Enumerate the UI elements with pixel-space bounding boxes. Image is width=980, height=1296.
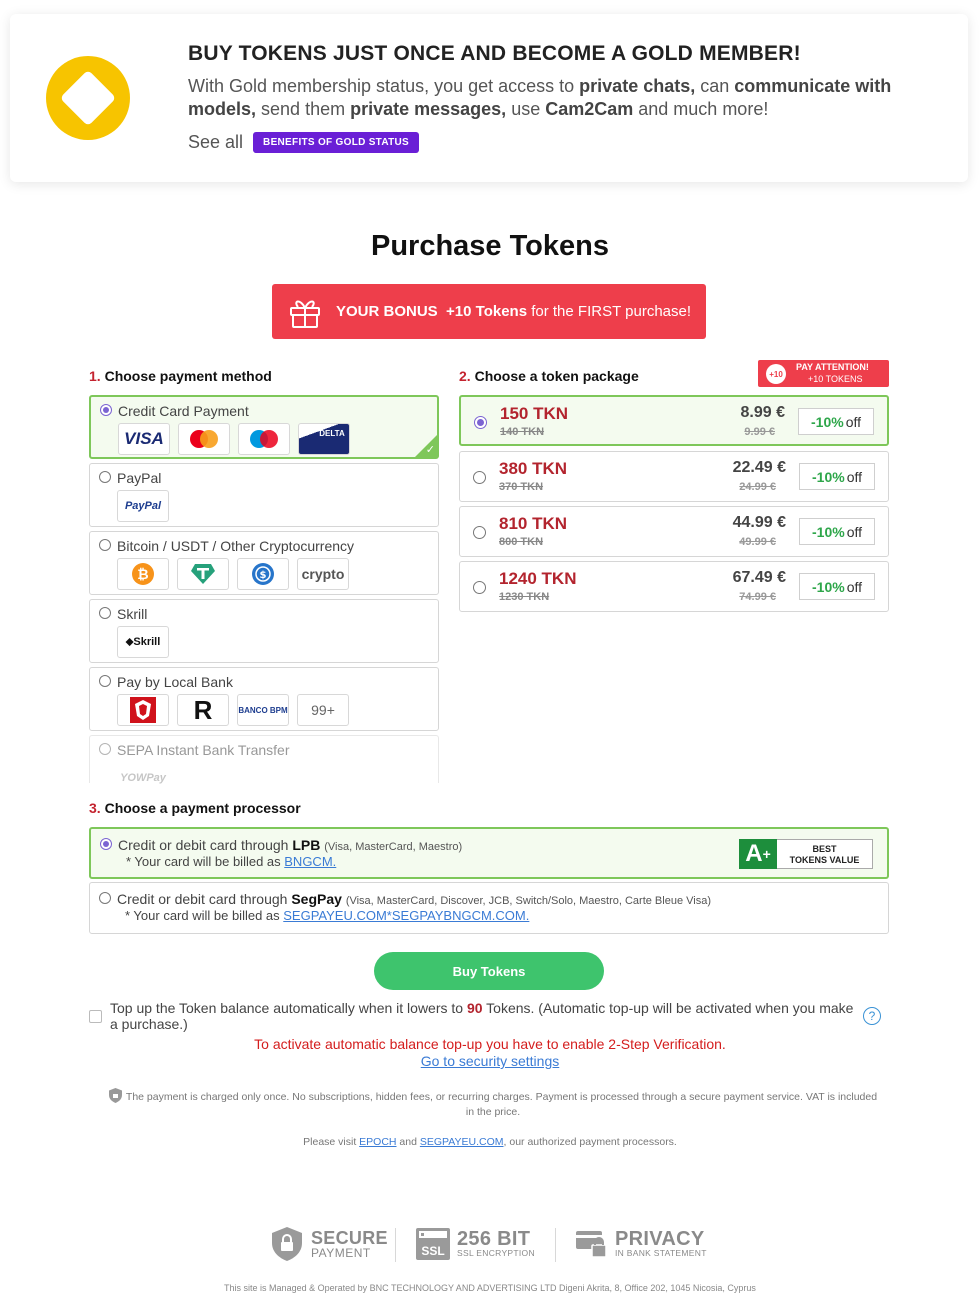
radio-skrill[interactable] — [99, 607, 111, 619]
yowpay-icon: YOWPay — [117, 762, 169, 794]
payment-note: The payment is charged only once. No sub… — [108, 1088, 878, 1120]
radio-crypto[interactable] — [99, 539, 111, 551]
radio-package-380[interactable] — [473, 471, 486, 484]
processor-heading: 3. Choose a payment processor — [89, 800, 301, 816]
token-package-1240[interactable]: 1240 TKN 1230 TKN 67.49 € 74.99 € -10% of… — [459, 561, 889, 612]
page-title: Purchase Tokens — [370, 230, 609, 262]
discount-badge: -10% off — [799, 518, 875, 545]
token-package-810[interactable]: 810 TKN 800 TKN 44.99 € 49.99 € -10% off — [459, 506, 889, 557]
billed-as-link[interactable]: SEGPAYEU.COM*SEGPAYBNGCM.COM. — [283, 908, 529, 923]
bonus-text: YOUR BONUS +10 Tokens for the FIRST purc… — [336, 303, 692, 320]
svg-text:SSL: SSL — [421, 1244, 444, 1258]
payment-method-local-bank[interactable]: Pay by Local Bank R BANCO BPM 99+ — [89, 667, 439, 731]
payment-method-credit-card[interactable]: Credit Card Payment VISA DELTA ✓ — [89, 395, 439, 459]
revolut-icon: R — [177, 694, 229, 726]
radio-credit-card[interactable] — [100, 404, 112, 416]
radio-package-150[interactable] — [474, 416, 487, 429]
gold-title: BUY TOKENS JUST ONCE AND BECOME A GOLD M… — [188, 42, 801, 65]
radio-package-810[interactable] — [473, 526, 486, 539]
buy-tokens-button[interactable]: Buy Tokens — [374, 952, 604, 990]
gift-icon — [290, 300, 320, 328]
ssl-badge: SSL 256 BIT SSL ENCRYPTION — [416, 1224, 535, 1264]
billed-as-link[interactable]: BNGCM. — [284, 854, 336, 869]
discount-badge: -10% off — [799, 463, 875, 490]
gold-description: With Gold membership status, you get acc… — [188, 76, 892, 119]
gold-see-all: See all BENEFITS OF GOLD STATUS — [188, 132, 420, 153]
svg-text:₿: ₿ — [137, 567, 148, 583]
radio-local-bank[interactable] — [99, 675, 111, 687]
secure-payment-badge: SECURE PAYMENT — [272, 1224, 388, 1264]
gold-banner: BUY TOKENS JUST ONCE AND BECOME A GOLD M… — [10, 14, 968, 182]
payment-method-crypto[interactable]: Bitcoin / USDT / Other Cryptocurrency ₿ … — [89, 531, 439, 595]
radio-sepa[interactable] — [99, 743, 111, 755]
delta-icon: DELTA — [298, 423, 350, 455]
discount-badge: -10% off — [798, 408, 874, 435]
security-settings-link[interactable]: Go to security settings — [0, 1053, 980, 1069]
see-all-label: See all — [188, 132, 244, 152]
auto-topup-checkbox[interactable] — [89, 1010, 102, 1023]
shield-icon — [108, 1088, 122, 1103]
banco-bpm-icon: BANCO BPM — [237, 694, 289, 726]
processors-visit: Please visit EPOCH and SEGPAYEU.COM, our… — [303, 1136, 677, 1148]
best-value-badge: A + BEST TOKENS VALUE — [739, 839, 873, 869]
pay-attention-badge: +10 PAY ATTENTION! +10 TOKENS — [758, 360, 889, 387]
help-icon[interactable]: ? — [863, 1007, 881, 1025]
usdc-icon: $ — [237, 558, 289, 590]
gold-diamond-icon — [46, 56, 130, 140]
crypto-icon: crypto — [297, 558, 349, 590]
card-lock-icon — [576, 1231, 607, 1258]
radio-processor-lpb[interactable] — [100, 838, 112, 850]
epoch-link[interactable]: EPOCH — [359, 1136, 396, 1148]
more-banks-icon[interactable]: 99+ — [297, 694, 349, 726]
bitcoin-icon: ₿ — [117, 558, 169, 590]
payment-method-sepa[interactable]: SEPA Instant Bank Transfer YOWPay — [89, 735, 439, 794]
payment-method-paypal[interactable]: PayPal PayPal — [89, 463, 439, 527]
processor-segpay[interactable]: Credit or debit card through SegPay (Vis… — [89, 882, 889, 934]
bonus-banner: YOUR BONUS +10 Tokens for the FIRST purc… — [272, 284, 706, 339]
ssl-server-icon: SSL — [416, 1228, 450, 1260]
token-package-380[interactable]: 380 TKN 370 TKN 22.49 € 24.99 € -10% off — [459, 451, 889, 502]
visa-icon: VISA — [118, 423, 170, 455]
shield-lock-icon — [272, 1227, 302, 1261]
skrill-icon: ⬥ Skrill — [117, 626, 169, 658]
token-package-150[interactable]: 150 TKN 140 TKN 8.99 € 9.99 € -10% off — [459, 395, 889, 446]
auto-topup-text: Top up the Token balance automatically w… — [110, 1000, 854, 1032]
payment-method-skrill[interactable]: Skrill ⬥ Skrill — [89, 599, 439, 663]
radio-package-1240[interactable] — [473, 581, 486, 594]
check-icon: ✓ — [425, 444, 435, 456]
processor-lpb[interactable]: Credit or debit card through LPB (Visa, … — [89, 827, 889, 879]
radio-paypal[interactable] — [99, 471, 111, 483]
two-step-warning: To activate automatic balance top-up you… — [254, 1036, 726, 1052]
discount-badge: -10% off — [799, 573, 875, 600]
radio-processor-segpay[interactable] — [99, 892, 111, 904]
a-plus-icon: A + — [739, 839, 777, 869]
bank-crest-icon — [117, 694, 169, 726]
segpay-link[interactable]: SEGPAYEU.COM — [420, 1136, 504, 1148]
benefits-of-gold-button[interactable]: BENEFITS OF GOLD STATUS — [253, 132, 420, 153]
privacy-badge: PRIVACY IN BANK STATEMENT — [576, 1224, 707, 1264]
footer: This site is Managed & Operated by BNC T… — [224, 1283, 756, 1293]
paypal-icon: PayPal — [117, 490, 169, 522]
tether-icon — [177, 558, 229, 590]
token-package-heading: 2. Choose a token package — [459, 368, 639, 384]
maestro-icon — [238, 423, 290, 455]
payment-method-heading: 1. Choose payment method — [89, 368, 272, 384]
mastercard-icon — [178, 423, 230, 455]
svg-text:$: $ — [260, 570, 267, 581]
